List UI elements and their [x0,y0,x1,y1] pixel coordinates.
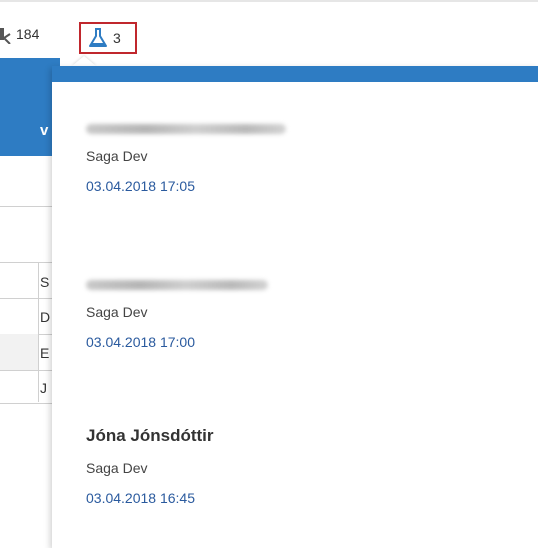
entry-name-redacted [86,280,268,290]
entry-company: Saga Dev [86,148,148,164]
grid-divider [38,262,39,402]
toolbar-item-flask-count: 3 [113,30,121,46]
entry-name-redacted [86,124,286,134]
grid-divider [0,298,52,299]
entry-name: Jóna Jónsdóttir [86,426,214,445]
entry-company: Saga Dev [86,460,148,476]
grid-divider [0,206,52,207]
key-icon [0,24,12,45]
popover-header-bar [52,66,538,82]
section-header: v [0,58,60,156]
grid-divider [0,262,52,263]
notifications-popover: Saga Dev 03.04.2018 17:05 Saga Dev 03.04… [52,66,538,548]
top-toolbar: 184 3 [0,0,538,58]
popover-arrow [72,56,96,66]
toolbar-item-keys[interactable]: 184 [0,22,39,46]
list-item[interactable]: Saga Dev 03.04.2018 17:05 [86,118,286,194]
entry-company: Saga Dev [86,304,148,320]
grid-divider [0,370,52,371]
entry-timestamp: 03.04.2018 16:45 [86,490,195,506]
toolbar-item-flask[interactable]: 3 [79,22,137,54]
list-item[interactable]: Jóna Jónsdóttir Saga Dev 03.04.2018 16:4… [86,426,214,506]
table-cell: J [40,380,47,396]
flask-icon [87,27,109,49]
toolbar-item-keys-count: 184 [16,26,40,42]
table-cell: D [40,309,51,325]
entry-timestamp: 03.04.2018 17:00 [86,334,195,350]
grid-divider [0,403,52,404]
entry-timestamp: 03.04.2018 17:05 [86,178,195,194]
table-cell: E [40,345,50,361]
table-cell: S [40,274,50,290]
list-item[interactable]: Saga Dev 03.04.2018 17:00 [86,274,268,350]
section-header-letter: v [40,122,49,139]
grid-row-shade [0,334,38,370]
